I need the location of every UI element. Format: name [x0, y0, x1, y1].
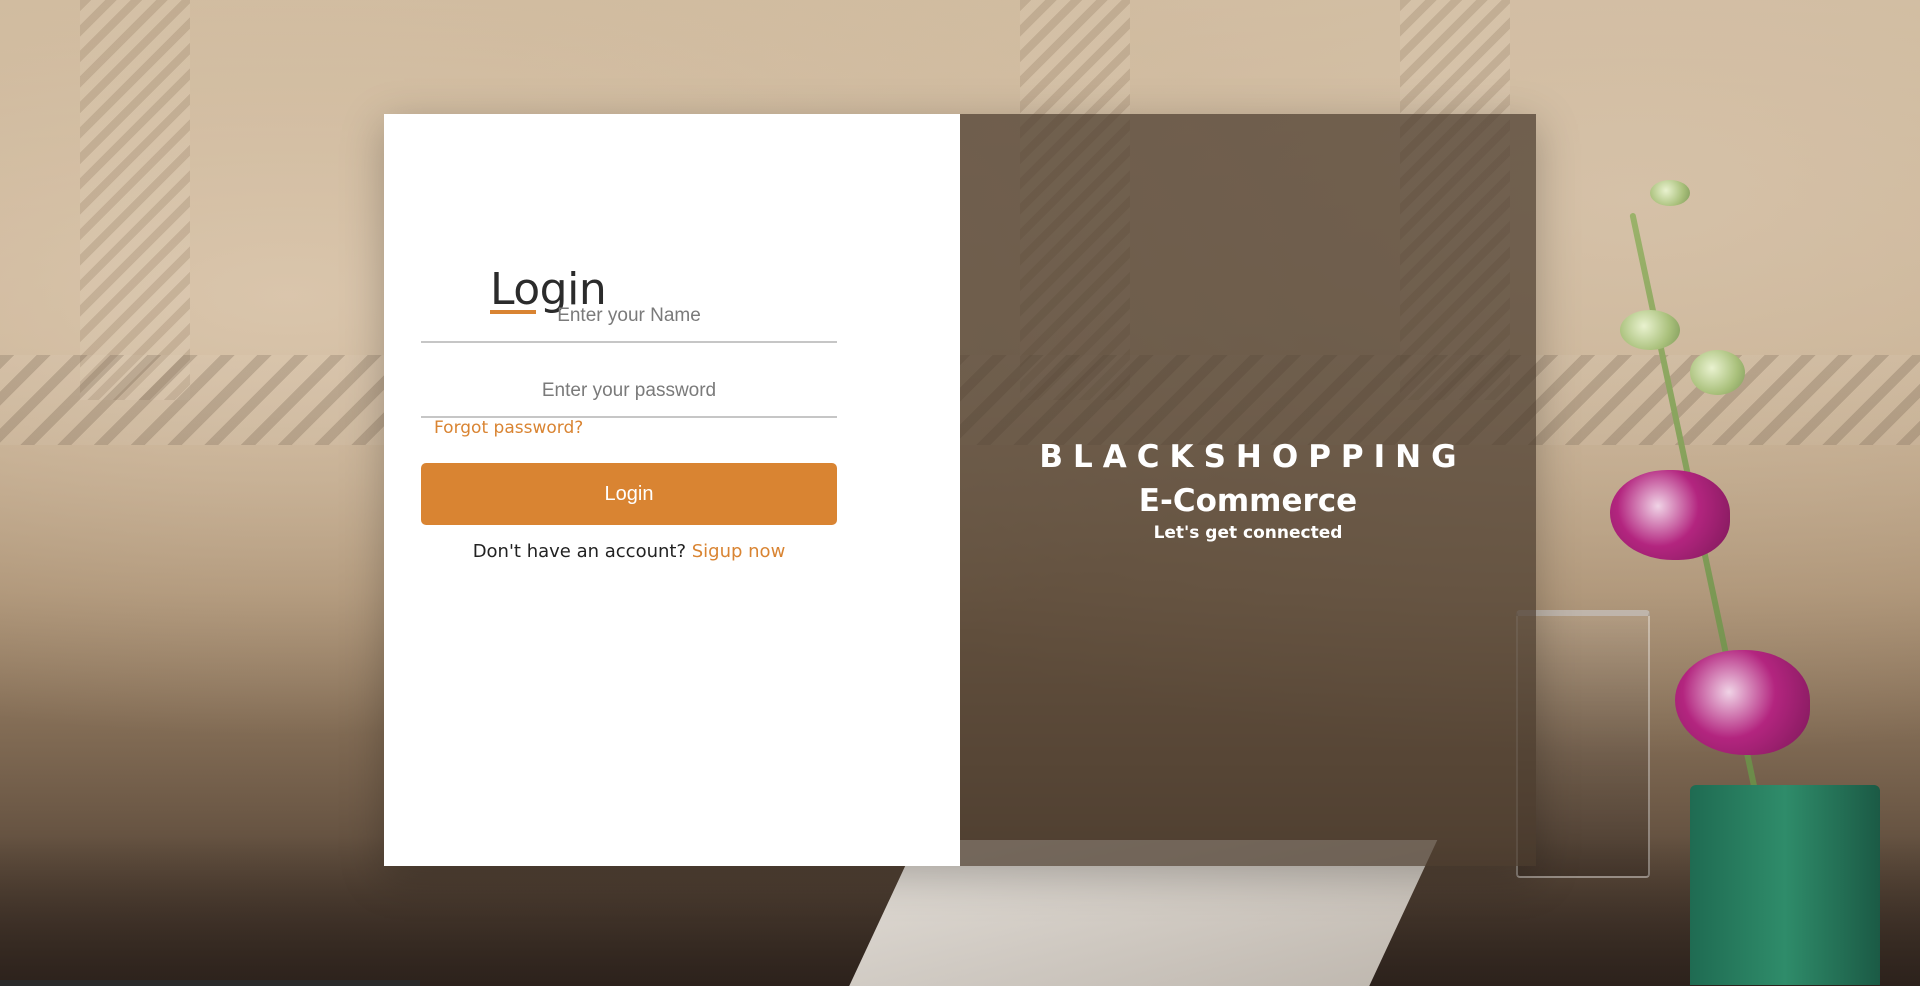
password-input[interactable] — [421, 366, 837, 418]
brand-panel: BLACKSHOPPING E-Commerce Let's get conne… — [960, 114, 1536, 866]
orchid-flower — [1610, 470, 1730, 560]
brand-name: BLACKSHOPPING — [1039, 439, 1467, 475]
brand-tagline: Let's get connected — [1153, 523, 1343, 543]
flower-pot — [1690, 785, 1880, 985]
orchid-flower — [1675, 650, 1810, 755]
login-card: Login Forgot password? Login Don't have … — [384, 114, 1536, 866]
signup-prompt: Don't have an account? — [472, 541, 692, 562]
orchid-bud — [1690, 350, 1745, 395]
signup-link[interactable]: Sigup now — [692, 541, 786, 562]
bottom-bar — [0, 980, 420, 986]
water-glass — [1516, 610, 1650, 878]
orchid-bud — [1620, 310, 1680, 350]
orchid-bud — [1650, 180, 1690, 206]
brand-subtitle: E-Commerce — [1138, 483, 1358, 519]
login-panel: Login Forgot password? Login Don't have … — [384, 114, 960, 866]
wall-stripe — [80, 0, 190, 400]
login-button[interactable]: Login — [421, 463, 837, 525]
forgot-password-link[interactable]: Forgot password? — [434, 418, 583, 438]
signup-row: Don't have an account? Sigup now — [421, 541, 837, 562]
name-input[interactable] — [421, 291, 837, 343]
